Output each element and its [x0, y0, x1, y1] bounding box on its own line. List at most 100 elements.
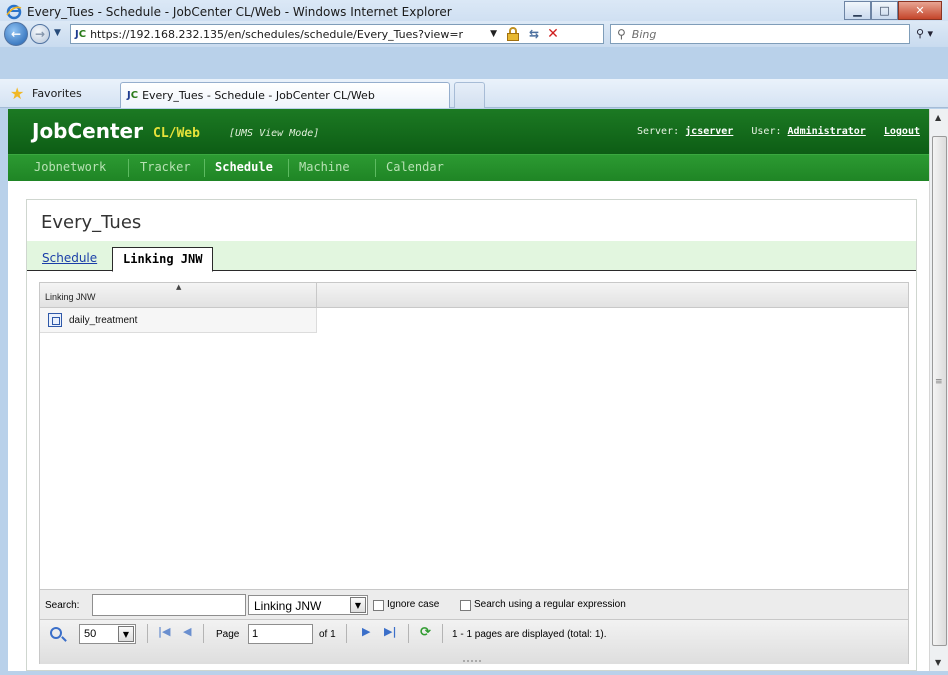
row-jnw-name[interactable]: daily_treatment	[69, 315, 137, 326]
search-go-icon[interactable]: ⚲ ▾	[916, 27, 933, 40]
content-panel: Every_Tues Schedule Linking JNW ▲ Linkin…	[26, 199, 917, 671]
scroll-thumb[interactable]	[932, 136, 947, 646]
pager-separator	[147, 624, 148, 643]
app-header: JobCenter CL/Web [UMS View Mode] Server:…	[8, 109, 929, 154]
page-number-input[interactable]: 1	[248, 624, 313, 644]
ignore-case-checkbox[interactable]	[373, 600, 384, 611]
stop-icon[interactable]: ✕	[547, 26, 559, 42]
nav-separator	[128, 159, 129, 177]
window-controls: ▁ □ ✕	[844, 1, 942, 21]
compatibility-view-icon[interactable]: ⇆	[529, 27, 539, 41]
regex-checkbox[interactable]	[460, 600, 471, 611]
table-row[interactable]: daily_treatment	[40, 308, 317, 333]
logout-link[interactable]: Logout	[884, 126, 920, 137]
user-link[interactable]: Administrator	[788, 126, 866, 137]
favorites-button[interactable]: Favorites	[32, 87, 82, 100]
page-scrollbar[interactable]: ▲ ≡ ▼	[929, 109, 948, 671]
back-button[interactable]: ←	[4, 22, 28, 46]
next-page-icon[interactable]: ▶	[362, 625, 370, 638]
minimize-icon: ▁	[853, 4, 862, 17]
prev-page-icon[interactable]: ◀	[183, 625, 191, 638]
grid-header: ▲ Linking JNW	[40, 283, 908, 308]
history-dropdown-icon[interactable]: ▼	[54, 28, 61, 38]
nav-separator	[375, 159, 376, 177]
page-number-value: 1	[252, 628, 259, 640]
page-size-select[interactable]: 50 ▼	[79, 624, 136, 644]
grid-pager: 50 ▼ |◀ ◀ Page 1 of 1 ▶ ▶| ⟳ 1 - 1 pages…	[40, 619, 908, 664]
browser-tab-title: Every_Tues - Schedule - JobCenter CL/Web	[142, 89, 375, 102]
ie-logo-icon	[6, 4, 22, 20]
column-header-label: Linking JNW	[45, 292, 96, 302]
last-page-icon[interactable]: ▶|	[384, 625, 396, 638]
column-header-linking-jnw[interactable]: ▲ Linking JNW	[40, 283, 317, 307]
page-size-value: 50	[84, 628, 97, 640]
pager-separator	[203, 624, 204, 643]
nav-item-calendar[interactable]: Calendar	[386, 160, 444, 174]
pager-separator	[408, 624, 409, 643]
window-title: Every_Tues - Schedule - JobCenter CL/Web…	[27, 5, 452, 19]
forward-arrow-icon: →	[34, 27, 46, 41]
site-favicon-icon: JC	[75, 28, 87, 40]
brand-logo: JobCenter	[32, 119, 143, 143]
browser-search-box[interactable]: ⚲ Bing	[610, 24, 910, 44]
chevron-down-icon[interactable]: ▼	[118, 626, 134, 642]
search-provider-icon: ⚲	[617, 27, 626, 41]
page-count-label: of 1	[319, 629, 336, 640]
page-title: Every_Tues	[41, 212, 142, 233]
scroll-down-icon[interactable]: ▼	[935, 658, 941, 667]
address-bar[interactable]: JC https://192.168.232.135/en/schedules/…	[70, 24, 604, 44]
header-user-info: Server: jcserver User: Administrator Log…	[637, 126, 920, 137]
address-dropdown-icon[interactable]: ▼	[490, 29, 497, 39]
page-label: Page	[216, 629, 240, 640]
refresh-icon[interactable]: ⟳	[420, 625, 431, 640]
tab-schedule[interactable]: Schedule	[42, 251, 97, 265]
jobnetwork-icon	[48, 313, 62, 327]
scroll-up-icon[interactable]: ▲	[935, 113, 941, 122]
pager-separator	[442, 624, 443, 643]
nav-separator	[204, 159, 205, 177]
scroll-grip-icon: ≡	[935, 377, 943, 387]
user-label: User:	[751, 126, 782, 137]
grid-search-bar: Search: Linking JNW ▼ Ignore case Search…	[40, 589, 908, 619]
search-field-select[interactable]: Linking JNW ▼	[248, 595, 368, 615]
maximize-button[interactable]: □	[871, 1, 898, 20]
nav-item-tracker[interactable]: Tracker	[140, 160, 191, 174]
nav-item-jobnetwork[interactable]: Jobnetwork	[34, 160, 106, 174]
close-icon: ✕	[915, 4, 925, 17]
back-arrow-icon: ←	[10, 27, 22, 41]
server-link[interactable]: jcserver	[685, 126, 733, 137]
favorites-star-icon[interactable]: ★	[10, 84, 24, 103]
ignore-case-label: Ignore case	[387, 599, 440, 610]
pager-separator	[346, 624, 347, 643]
nav-item-schedule[interactable]: Schedule	[215, 160, 273, 174]
pager-status: 1 - 1 pages are displayed (total: 1).	[452, 629, 607, 640]
chevron-down-icon[interactable]: ▼	[350, 597, 366, 613]
regex-label: Search using a regular expression	[474, 599, 626, 610]
view-mode-label: [UMS View Mode]	[229, 128, 320, 139]
brand-subtitle: CL/Web	[153, 126, 200, 141]
tab-linking-jnw[interactable]: Linking JNW	[112, 247, 214, 272]
first-page-icon[interactable]: |◀	[158, 625, 170, 638]
sort-ascending-icon: ▲	[176, 283, 182, 291]
address-url[interactable]: https://192.168.232.135/en/schedules/sch…	[90, 28, 482, 41]
search-toggle-icon[interactable]	[50, 627, 62, 639]
search-label: Search:	[45, 600, 80, 611]
search-placeholder: Bing	[631, 27, 657, 41]
new-tab-button[interactable]	[454, 82, 485, 108]
forward-button[interactable]: →	[30, 24, 50, 44]
close-window-button[interactable]: ✕	[898, 1, 942, 20]
browser-address-row: ← → ▼ JC https://192.168.232.135/en/sche…	[0, 21, 948, 47]
tab-favicon-icon: JC	[127, 90, 139, 101]
minimize-button[interactable]: ▁	[844, 1, 871, 20]
browser-tab-active[interactable]: JC Every_Tues - Schedule - JobCenter CL/…	[120, 82, 450, 108]
search-input[interactable]	[92, 594, 246, 616]
main-nav: Jobnetwork Tracker Schedule Machine Cale…	[8, 154, 929, 181]
resize-grip[interactable]	[463, 660, 483, 662]
favorites-bar: ★ Favorites JC Every_Tues - Schedule - J…	[0, 79, 948, 108]
page-viewport: JobCenter CL/Web [UMS View Mode] Server:…	[8, 109, 929, 671]
nav-item-machine[interactable]: Machine	[299, 160, 350, 174]
nav-separator	[288, 159, 289, 177]
lock-icon[interactable]	[507, 27, 519, 41]
server-label: Server:	[636, 126, 680, 137]
linking-jnw-grid: ▲ Linking JNW daily_treatment Search: Li…	[39, 282, 909, 664]
